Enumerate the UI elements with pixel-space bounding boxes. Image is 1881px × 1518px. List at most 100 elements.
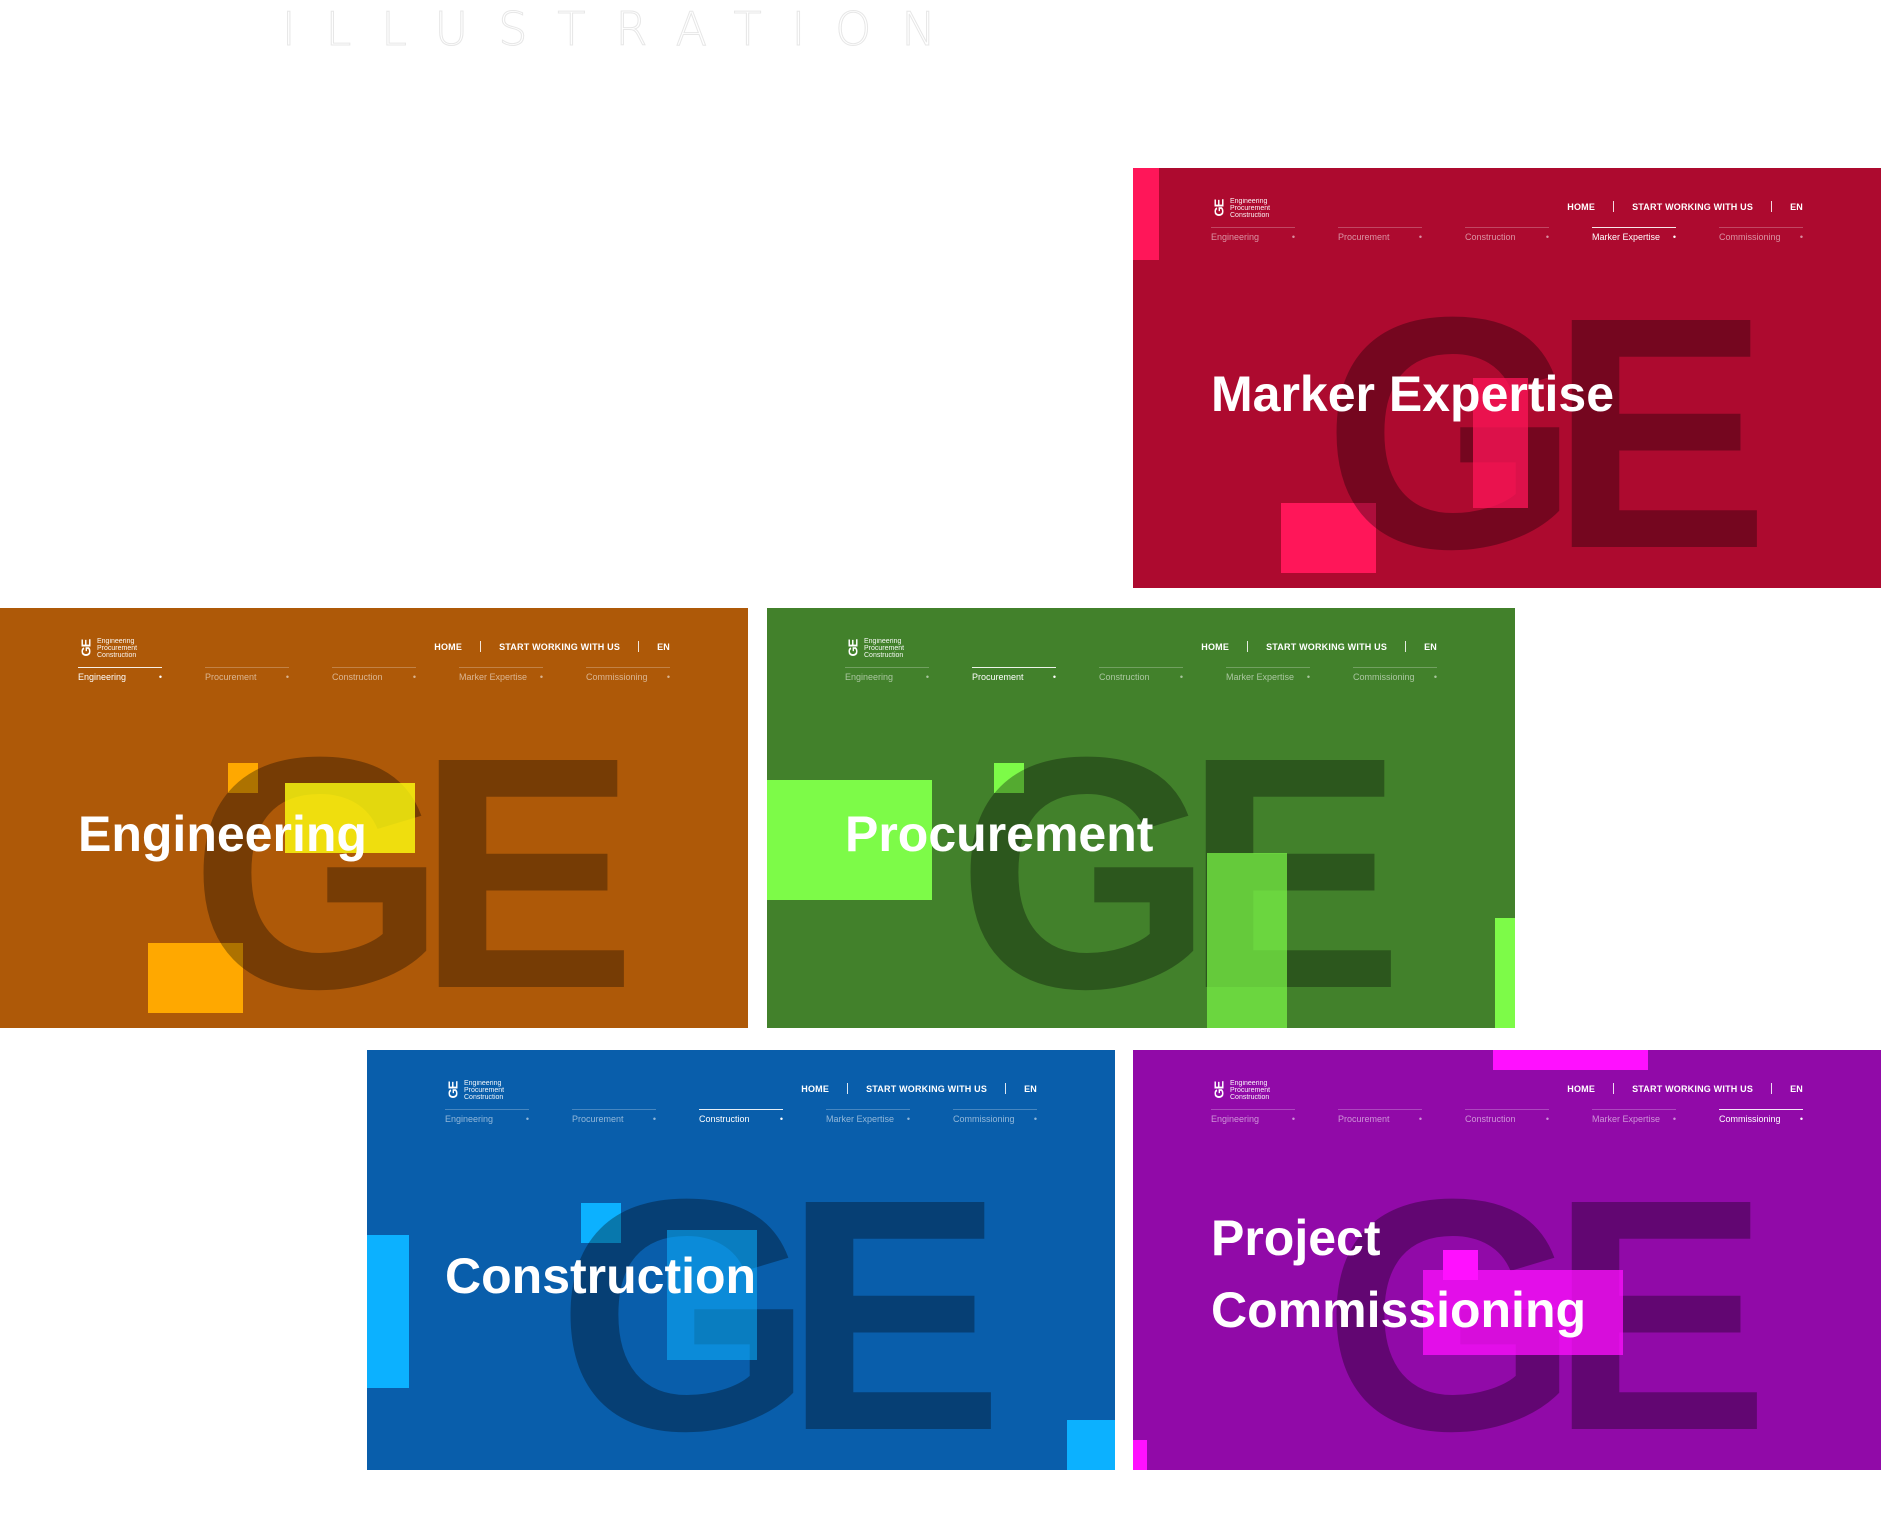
- panel-procurement: GE Engineering Procurement Construction …: [767, 608, 1515, 1028]
- subnav-item[interactable]: Construction •: [332, 667, 416, 682]
- subnav-label: Marker Expertise: [826, 1114, 895, 1124]
- nav-home-link[interactable]: HOME: [801, 1084, 829, 1094]
- subnav-item[interactable]: Commissioning •: [1719, 227, 1803, 242]
- nav-divider: [1405, 641, 1407, 652]
- nav-home-link[interactable]: HOME: [434, 642, 462, 652]
- dot-icon: •: [1052, 672, 1056, 682]
- logo-text: Engineering Procurement Construction: [97, 638, 137, 659]
- subnav-item[interactable]: Construction •: [1465, 1109, 1549, 1124]
- dot-icon: •: [412, 672, 416, 682]
- nav-divider: [480, 641, 482, 652]
- subnav-item[interactable]: Marker Expertise •: [459, 667, 543, 682]
- nav-start-working-link[interactable]: START WORKING WITH US: [866, 1084, 987, 1094]
- dot-icon: •: [1306, 672, 1310, 682]
- logo-line: Construction: [97, 652, 137, 659]
- dot-icon: •: [1672, 1114, 1676, 1124]
- subnav-item[interactable]: Marker Expertise •: [1226, 667, 1310, 682]
- subnav-label: Procurement: [1338, 232, 1390, 242]
- logo-text: Engineering Procurement Construction: [464, 1080, 504, 1101]
- logo-line: Procurement: [97, 645, 138, 652]
- subnav-label: Engineering: [1211, 1114, 1260, 1124]
- nav-start-working-link[interactable]: START WORKING WITH US: [1632, 202, 1753, 212]
- dot-icon: •: [1291, 1114, 1295, 1124]
- subnav-item[interactable]: Engineering •: [1211, 1109, 1295, 1124]
- subnav-item[interactable]: Procurement •: [972, 667, 1056, 682]
- dot-icon: •: [1545, 232, 1549, 242]
- subnav-item[interactable]: Commissioning •: [1353, 667, 1437, 682]
- dot-icon: •: [525, 1114, 529, 1124]
- language-switch[interactable]: EN: [1790, 202, 1803, 212]
- subnav-label: Marker Expertise: [1592, 232, 1661, 242]
- language-switch[interactable]: EN: [1024, 1084, 1037, 1094]
- subnav-item[interactable]: Procurement •: [1338, 227, 1422, 242]
- subnav-item[interactable]: Engineering •: [1211, 227, 1295, 242]
- subnav-label: Commissioning: [953, 1114, 1015, 1124]
- subnav-item[interactable]: Procurement •: [1338, 1109, 1422, 1124]
- nav-home-link[interactable]: HOME: [1201, 642, 1229, 652]
- top-navigation: HOME START WORKING WITH US EN: [1201, 641, 1437, 652]
- logo-line: Procurement: [1230, 1087, 1271, 1094]
- section-navigation: Engineering • Procurement • Construction • …: [1211, 227, 1803, 242]
- logo-line: Engineering: [464, 1080, 502, 1087]
- dot-icon: •: [539, 672, 543, 682]
- nav-start-working-link[interactable]: START WORKING WITH US: [1266, 642, 1387, 652]
- subnav-label: Marker Expertise: [1226, 672, 1295, 682]
- nav-home-link[interactable]: HOME: [1567, 1084, 1595, 1094]
- subnav-item[interactable]: Marker Expertise •: [826, 1109, 910, 1124]
- top-navigation: HOME START WORKING WITH US EN: [1567, 1083, 1803, 1094]
- logo-text: Engineering Procurement Construction: [1230, 198, 1270, 219]
- logo-mark: GE: [1211, 199, 1227, 217]
- dot-icon: •: [779, 1114, 783, 1124]
- ge-logo[interactable]: GE Engineering Procurement Construction: [1211, 198, 1271, 219]
- logo-line: Construction: [464, 1094, 504, 1101]
- subnav-item[interactable]: Commissioning •: [1719, 1109, 1803, 1124]
- subnav-item[interactable]: Engineering •: [78, 667, 162, 682]
- subnav-label: Engineering: [845, 672, 894, 682]
- language-switch[interactable]: EN: [1790, 1084, 1803, 1094]
- logo-line: Engineering: [1230, 1080, 1268, 1087]
- subnav-label: Procurement: [1338, 1114, 1390, 1124]
- subnav-label: Procurement: [572, 1114, 624, 1124]
- dot-icon: •: [925, 672, 929, 682]
- subnav-item[interactable]: Procurement •: [205, 667, 289, 682]
- subnav-item[interactable]: Engineering •: [445, 1109, 529, 1124]
- subnav-item[interactable]: Marker Expertise •: [1592, 227, 1676, 242]
- logo-line: Construction: [1230, 212, 1270, 219]
- logo-mark: GE: [445, 1081, 461, 1099]
- nav-start-working-link[interactable]: START WORKING WITH US: [499, 642, 620, 652]
- nav-divider: [1005, 1083, 1007, 1094]
- subnav-label: Procurement: [205, 672, 257, 682]
- subnav-item[interactable]: Procurement •: [572, 1109, 656, 1124]
- dot-icon: •: [1799, 1114, 1803, 1124]
- language-switch[interactable]: EN: [1424, 642, 1437, 652]
- nav-divider: [1771, 1083, 1773, 1094]
- subnav-item[interactable]: Construction •: [1465, 227, 1549, 242]
- ge-logo[interactable]: GE Engineering Procurement Construction: [445, 1080, 505, 1101]
- panel-engineering: GE Engineering Procurement Construction …: [0, 608, 748, 1028]
- subnav-item[interactable]: Commissioning •: [953, 1109, 1037, 1124]
- hero-title: Engineering: [78, 806, 367, 862]
- logo-mark: GE: [845, 639, 861, 657]
- subnav-item[interactable]: Commissioning •: [586, 667, 670, 682]
- subnav-label: Construction: [332, 672, 383, 682]
- dot-icon: •: [1799, 232, 1803, 242]
- ge-logo[interactable]: GE Engineering Procurement Construction: [1211, 1080, 1271, 1101]
- subnav-label: Construction: [1465, 232, 1516, 242]
- subnav-item[interactable]: Engineering •: [845, 667, 929, 682]
- subnav-item[interactable]: Construction •: [1099, 667, 1183, 682]
- subnav-item[interactable]: Marker Expertise •: [1592, 1109, 1676, 1124]
- panel-construction: GE Engineering Procurement Construction …: [367, 1050, 1115, 1470]
- logo-line: Engineering: [1230, 198, 1268, 205]
- dot-icon: •: [652, 1114, 656, 1124]
- dot-icon: •: [1672, 232, 1676, 242]
- logo-line: Engineering: [97, 638, 135, 645]
- language-switch[interactable]: EN: [657, 642, 670, 652]
- logo-line: Procurement: [864, 645, 905, 652]
- ge-logo[interactable]: GE Engineering Procurement Construction: [845, 638, 905, 659]
- ge-logo[interactable]: GE Engineering Procurement Construction: [78, 638, 138, 659]
- dot-icon: •: [1418, 1114, 1422, 1124]
- nav-start-working-link[interactable]: START WORKING WITH US: [1632, 1084, 1753, 1094]
- subnav-label: Marker Expertise: [459, 672, 528, 682]
- nav-home-link[interactable]: HOME: [1567, 202, 1595, 212]
- subnav-item[interactable]: Construction •: [699, 1109, 783, 1124]
